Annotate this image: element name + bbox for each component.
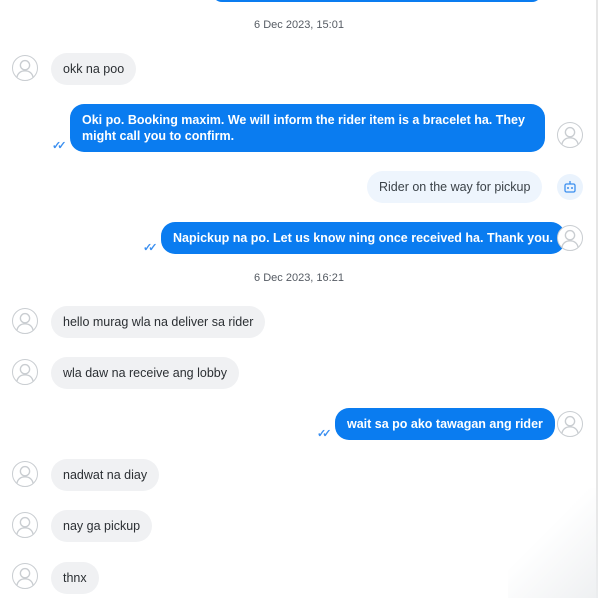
contact-avatar-icon bbox=[12, 359, 38, 385]
incoming-message: hello murag wla na deliver sa rider bbox=[51, 306, 266, 338]
contact-avatar-icon bbox=[12, 461, 38, 487]
contact-avatar-icon bbox=[12, 308, 38, 334]
agent-avatar-icon bbox=[557, 411, 583, 437]
date-separator: 6 Dec 2023, 15:01 bbox=[254, 19, 344, 31]
contact-avatar-icon bbox=[12, 55, 38, 81]
date-separator: 6 Dec 2023, 16:21 bbox=[254, 272, 344, 284]
incoming-message: okk na poo bbox=[51, 53, 137, 85]
double-check-icon: ✓✓ bbox=[52, 140, 67, 152]
incoming-message: nadwat na diay bbox=[51, 459, 160, 491]
contact-avatar-icon bbox=[12, 563, 38, 589]
incoming-message: thnx bbox=[51, 562, 99, 594]
robot-icon bbox=[557, 174, 583, 200]
incoming-message: wla daw na receive ang lobby bbox=[51, 357, 239, 389]
outgoing-message: wait sa po ako tawagan ang rider bbox=[335, 408, 555, 440]
double-check-icon: ✓✓ bbox=[143, 242, 158, 254]
incoming-message: nay ga pickup bbox=[51, 510, 153, 542]
scroll-fade-overlay bbox=[508, 488, 598, 598]
agent-avatar-icon bbox=[557, 225, 583, 251]
outgoing-message: Napickup na po. Let us know ning once re… bbox=[161, 222, 565, 254]
bot-message: Rider on the way for pickup bbox=[367, 171, 543, 203]
previous-message-bubble bbox=[212, 0, 542, 2]
outgoing-message: Oki po. Booking maxim. We will inform th… bbox=[70, 104, 545, 152]
double-check-icon: ✓✓ bbox=[317, 428, 332, 440]
agent-avatar-icon bbox=[557, 122, 583, 148]
contact-avatar-icon bbox=[12, 512, 38, 538]
